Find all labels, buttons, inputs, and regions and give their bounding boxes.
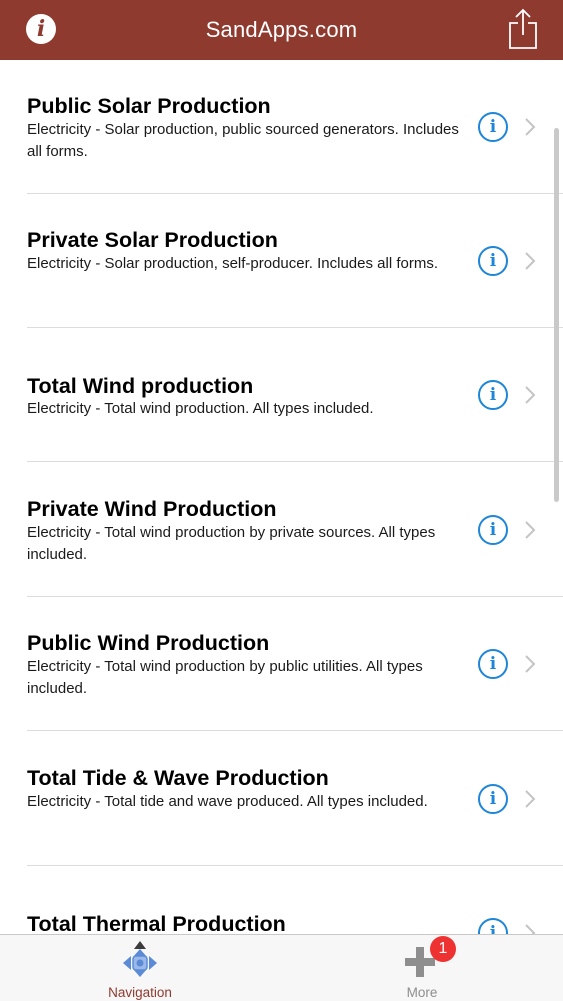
item-list: Public Solar Production Electricity - So… xyxy=(0,60,563,934)
list-item[interactable]: Total Thermal Production i xyxy=(0,866,563,934)
item-description: Electricity - Total tide and wave produc… xyxy=(27,793,428,810)
tab-navigation[interactable]: Navigation xyxy=(70,935,210,1001)
list-item[interactable]: Total Wind production Electricity - Tota… xyxy=(0,328,563,462)
scrollbar[interactable] xyxy=(554,128,559,502)
item-title: Total Thermal Production xyxy=(27,912,286,934)
item-description: Electricity - Total wind production by p… xyxy=(27,658,423,697)
tab-label: Navigation xyxy=(108,985,172,1000)
chevron-right-icon xyxy=(525,924,536,934)
chevron-right-icon xyxy=(525,118,536,136)
item-description: Electricity - Solar production, public s… xyxy=(27,121,459,160)
item-title: Total Tide & Wave Production xyxy=(27,766,329,790)
info-circle-icon[interactable]: i xyxy=(478,649,508,679)
item-description: Electricity - Solar production, self-pro… xyxy=(27,255,438,272)
chevron-right-icon xyxy=(525,252,536,270)
page-title: SandApps.com xyxy=(205,17,358,42)
list-item[interactable]: Private Solar Production Electricity - S… xyxy=(0,194,563,328)
chevron-right-icon xyxy=(525,386,536,404)
list-item[interactable]: Private Wind Production Electricity - To… xyxy=(0,463,563,597)
info-circle-icon[interactable]: i xyxy=(478,515,508,545)
navigation-icon xyxy=(123,941,157,977)
chevron-right-icon xyxy=(525,790,536,808)
chevron-right-icon xyxy=(525,521,536,539)
item-description: Electricity - Total wind production by p… xyxy=(27,524,436,563)
item-description: Electricity - Total wind production. All… xyxy=(27,400,374,417)
item-title: Private Wind Production xyxy=(27,497,277,521)
share-icon[interactable] xyxy=(507,8,539,50)
tab-more[interactable]: More xyxy=(352,935,492,1001)
item-title: Private Solar Production xyxy=(27,228,278,252)
item-title: Total Wind production xyxy=(27,374,254,398)
info-circle-icon[interactable]: i xyxy=(478,784,508,814)
item-title: Public Wind Production xyxy=(27,631,270,655)
item-title: Public Solar Production xyxy=(27,94,271,118)
info-circle-icon[interactable]: i xyxy=(478,246,508,276)
list-item[interactable]: Public Wind Production Electricity - Tot… xyxy=(0,597,563,731)
notification-badge: 1 xyxy=(430,936,456,962)
list-item[interactable]: Total Tide & Wave Production Electricity… xyxy=(0,732,563,866)
tab-label: More xyxy=(406,985,438,1000)
info-circle-icon[interactable]: i xyxy=(478,918,508,934)
info-circle-icon[interactable]: i xyxy=(478,380,508,410)
info-circle-icon[interactable]: i xyxy=(478,112,508,142)
chevron-right-icon xyxy=(525,655,536,673)
list-item[interactable]: Public Solar Production Electricity - So… xyxy=(0,60,563,194)
tab-bar: Navigation More xyxy=(0,934,563,1001)
navigation-bar: i SandApps.com xyxy=(0,0,563,60)
